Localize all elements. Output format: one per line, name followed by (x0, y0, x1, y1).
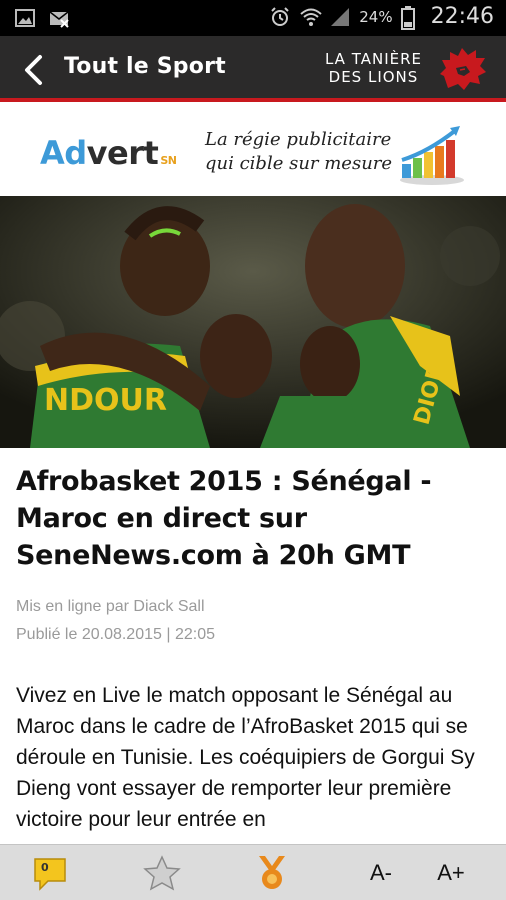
article-headline: Afrobasket 2015 : Sénégal - Maroc en dir… (16, 466, 432, 571)
comment-count: 0 (41, 861, 49, 874)
font-increase-button[interactable]: A+ (426, 853, 476, 893)
jersey-text: NDOUR (44, 383, 167, 418)
back-button[interactable] (20, 54, 50, 86)
medal-button[interactable] (252, 853, 292, 893)
chevron-left-icon (25, 55, 42, 85)
medal-icon (259, 856, 285, 889)
ad-brand-logo: Advert SN (40, 134, 177, 172)
article-body: Vivez en Live le match opposant le Sénég… (16, 684, 475, 831)
alarm-icon (269, 6, 291, 28)
brand-name: LA TANIÈRE DES LIONS (325, 50, 422, 86)
battery-icon (400, 5, 423, 30)
wifi-icon (299, 6, 322, 28)
mail-muted-icon (48, 7, 70, 29)
ad-banner[interactable]: Advert SN La régie publicitaire qui cible… (0, 106, 506, 196)
ad-tagline: La régie publicitaire qui cible sur mesu… (205, 129, 393, 174)
signal-icon (329, 6, 351, 28)
star-icon (143, 855, 181, 891)
article-publish-date: Publié le 20.08.2015 | 22:05 (16, 626, 215, 643)
battery-percent: 24% (359, 7, 393, 26)
clock: 22:46 (430, 4, 494, 29)
gallery-icon (14, 7, 36, 29)
article-author: Mis en ligne par Diack Sall (16, 598, 205, 615)
section-title[interactable]: Tout le Sport (64, 54, 226, 79)
comment-icon (34, 858, 66, 891)
brand-line-1: LA TANIÈRE (324, 50, 422, 68)
status-bar: 24% 22:46 (0, 0, 506, 36)
favorite-button[interactable] (142, 853, 182, 893)
brand-line-2: DES LIONS (328, 68, 419, 86)
article-hero-image[interactable]: DIOP NDOUR (0, 196, 506, 448)
app-bar: Tout le Sport LA TANIÈRE DES LIONS (0, 36, 506, 102)
comments-button[interactable]: 0 (30, 853, 70, 893)
growth-chart-icon (400, 126, 464, 185)
lion-head-icon (438, 46, 488, 92)
bottom-toolbar: 0 A- A+ (0, 844, 506, 900)
font-decrease-button[interactable]: A- (356, 853, 406, 893)
